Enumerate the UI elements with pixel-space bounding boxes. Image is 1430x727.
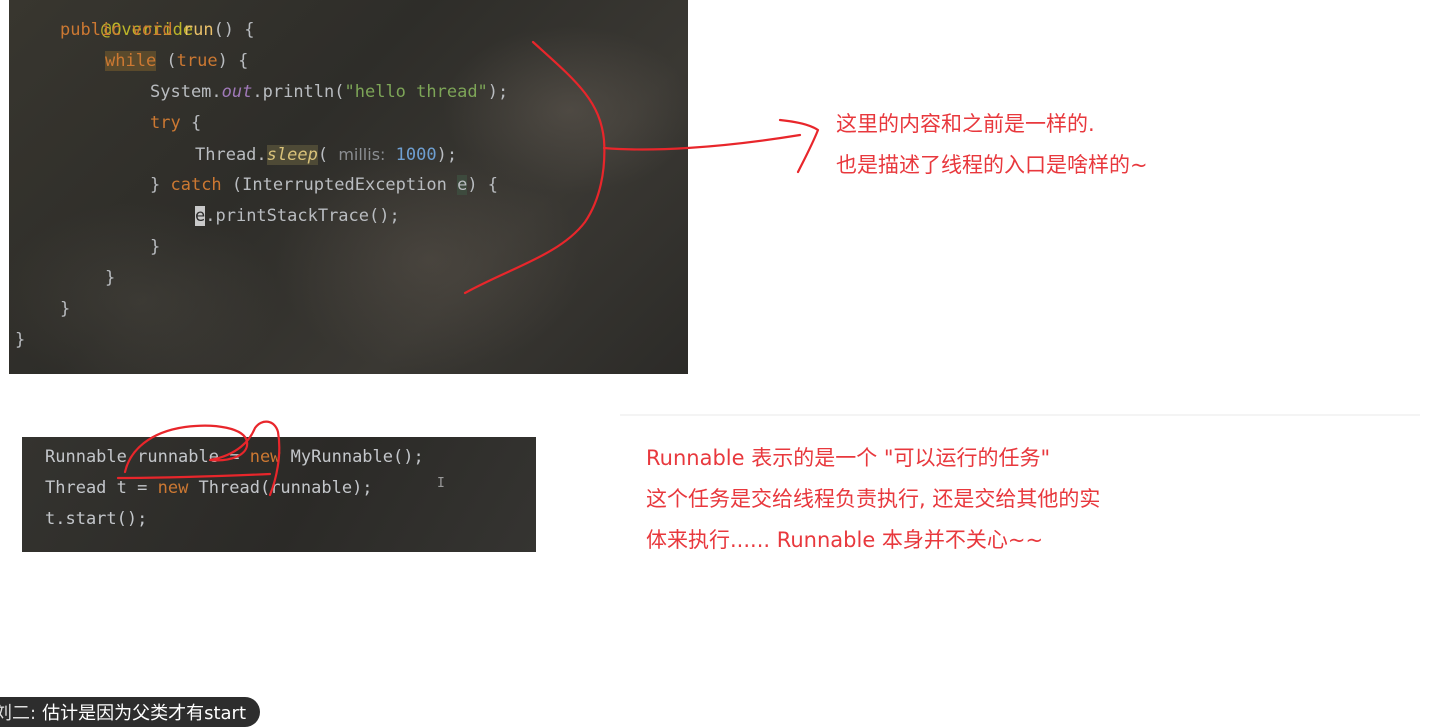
i-beam-cursor-icon: I (437, 476, 445, 491)
live-chat-message: 刘二: 估计是因为父类才有start (0, 697, 261, 727)
arrow-head-icon (778, 118, 820, 174)
code-line-thread-start: t.start(); (45, 509, 148, 529)
code-line-print-stack-trace: e.printStackTrace(); (195, 206, 400, 226)
chat-message-text: 估计是因为父类才有start (42, 703, 247, 724)
annotation-line: 也是描述了线程的入口是啥样的~ (836, 153, 1148, 177)
code-line-run-signature: public void run() { (60, 20, 255, 40)
code-line-close-run: } (60, 299, 71, 319)
code-line-sleep: Thread.sleep( millis: 1000); (195, 145, 458, 165)
parameter-hint: millis: (338, 145, 386, 164)
annotation-run-method: 这里的内容和之前是一样的. 也是描述了线程的入口是啥样的~ (836, 104, 1148, 186)
code-editor-screenshot-runnable-usage: Runnable runnable = new MyRunnable(); Th… (22, 437, 536, 552)
code-line-close-catch: } (150, 237, 161, 257)
annotation-line: 体来执行...... Runnable 本身并不关心~~ (646, 528, 1044, 552)
annotation-line: Runnable 表示的是一个 "可以运行的任务" (646, 446, 1051, 470)
annotation-line: 这个任务是交给线程负责执行, 还是交给其他的实 (646, 487, 1101, 511)
code-line-catch: } catch (InterruptedException e) { (150, 175, 499, 195)
code-line-close-class: } (15, 330, 26, 350)
code-line-try: try { (150, 113, 202, 133)
annotation-runnable: Runnable 表示的是一个 "可以运行的任务" 这个任务是交给线程负责执行,… (646, 438, 1100, 561)
code-line-runnable-decl: Runnable runnable = new MyRunnable(); (45, 447, 424, 467)
code-line-thread-decl: Thread t = new Thread(runnable); (45, 478, 373, 498)
code-line-println: System.out.println("hello thread"); (150, 82, 509, 102)
divider (620, 414, 1420, 416)
chat-username: 刘二: (0, 703, 37, 724)
code-line-close-while: } (105, 268, 116, 288)
code-editor-screenshot-run-method: @Override public void run() { while (tru… (9, 0, 688, 374)
text-caret-selection: e (195, 206, 206, 226)
annotation-line: 这里的内容和之前是一样的. (836, 112, 1095, 136)
code-line-while: while (true) { (105, 51, 249, 71)
